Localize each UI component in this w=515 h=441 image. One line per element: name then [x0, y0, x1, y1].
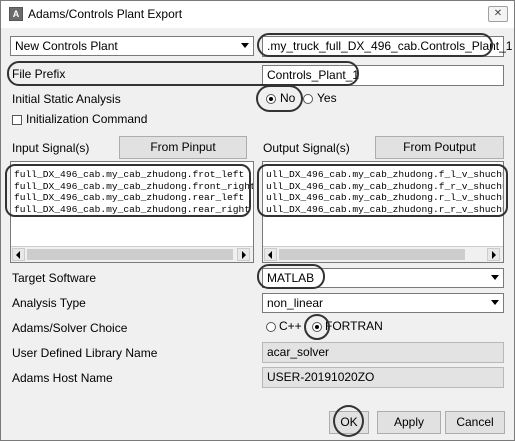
cancel-button[interactable]: Cancel	[445, 411, 505, 434]
scroll-left-icon[interactable]	[12, 248, 25, 261]
plant-name-value: .my_truck_full_DX_496_cab.Controls_Plant…	[267, 39, 513, 53]
signal-list-item[interactable]: ull_DX_496_cab.my_cab_zhudong.f_l_v_shuc…	[266, 169, 503, 180]
chevron-down-icon[interactable]	[488, 295, 502, 309]
static-yes-label: Yes	[317, 91, 337, 105]
signal-list-item[interactable]: full_DX_496_cab.my_cab_zhudong.rear_left	[14, 192, 244, 203]
chevron-down-icon[interactable]	[488, 270, 502, 284]
user-library-value: acar_solver	[267, 345, 330, 359]
from-poutput-button[interactable]: From Poutput	[375, 136, 504, 159]
static-no-label: No	[280, 91, 296, 105]
window-title: Adams/Controls Plant Export	[28, 7, 183, 21]
close-icon[interactable]: ✕	[488, 6, 508, 22]
init-command-label: Initialization Command	[26, 112, 148, 126]
plant-export-dialog: A Adams/Controls Plant Export ✕ New Cont…	[0, 0, 515, 441]
plant-selector-dropdown[interactable]: New Controls Plant	[10, 36, 254, 56]
solver-fortran-label: FORTRAN	[325, 319, 383, 333]
output-signals-label: Output Signal(s)	[263, 141, 350, 155]
target-software-dropdown[interactable]: MATLAB	[262, 268, 504, 288]
scroll-left-icon[interactable]	[264, 248, 277, 261]
file-prefix-label: File Prefix	[12, 67, 66, 81]
ok-button[interactable]: OK	[329, 411, 369, 434]
analysis-type-dropdown[interactable]: non_linear	[262, 293, 504, 313]
input-signals-list[interactable]: full_DX_496_cab.my_cab_zhudong.frot_left…	[10, 161, 254, 263]
chevron-down-icon[interactable]	[238, 38, 252, 52]
input-signals-label: Input Signal(s)	[12, 141, 90, 155]
scroll-right-icon[interactable]	[237, 248, 250, 261]
scroll-thumb[interactable]	[27, 249, 233, 260]
plant-name-field[interactable]: .my_truck_full_DX_496_cab.Controls_Plant…	[262, 36, 512, 57]
apply-button[interactable]: Apply	[377, 411, 441, 434]
static-no-radio[interactable]	[266, 94, 276, 104]
solver-choice-label: Adams/Solver Choice	[12, 321, 128, 335]
signal-list-item[interactable]: ull_DX_496_cab.my_cab_zhudong.r_l_v_shuc…	[266, 192, 503, 203]
output-signals-list[interactable]: ull_DX_496_cab.my_cab_zhudong.f_l_v_shuc…	[262, 161, 504, 263]
title-bar: A Adams/Controls Plant Export ✕	[1, 1, 514, 28]
plant-selector-value: New Controls Plant	[15, 39, 118, 53]
init-command-checkbox[interactable]	[12, 115, 22, 125]
file-prefix-field[interactable]: Controls_Plant_1	[262, 65, 504, 86]
signal-list-item[interactable]: full_DX_496_cab.my_cab_zhudong.rear_righ…	[14, 204, 250, 215]
input-list-scrollbar[interactable]	[11, 246, 253, 262]
adams-app-icon: A	[9, 7, 23, 21]
scroll-thumb[interactable]	[279, 249, 465, 260]
signal-list-item[interactable]: full_DX_496_cab.my_cab_zhudong.front_rig…	[14, 181, 253, 192]
output-list-scrollbar[interactable]	[263, 246, 503, 262]
solver-cpp-radio[interactable]	[266, 322, 276, 332]
user-library-field: acar_solver	[262, 342, 504, 363]
initial-static-label: Initial Static Analysis	[12, 92, 121, 106]
target-software-label: Target Software	[12, 271, 97, 285]
signal-list-item[interactable]: full_DX_496_cab.my_cab_zhudong.frot_left	[14, 169, 244, 180]
scroll-right-icon[interactable]	[487, 248, 500, 261]
host-name-field: USER-20191020ZO	[262, 367, 504, 388]
target-software-value: MATLAB	[267, 271, 315, 285]
analysis-type-label: Analysis Type	[12, 296, 86, 310]
analysis-type-value: non_linear	[267, 296, 324, 310]
host-name-label: Adams Host Name	[12, 371, 113, 385]
signal-list-item[interactable]: ull_DX_496_cab.my_cab_zhudong.f_r_v_shuc…	[266, 181, 503, 192]
file-prefix-value: Controls_Plant_1	[267, 68, 360, 82]
static-yes-radio[interactable]	[303, 94, 313, 104]
signal-list-item[interactable]: ull_DX_496_cab.my_cab_zhudong.r_r_v_shuc…	[266, 204, 503, 215]
user-library-label: User Defined Library Name	[12, 346, 158, 360]
from-pinput-button[interactable]: From Pinput	[119, 136, 247, 159]
solver-cpp-label: C++	[279, 319, 302, 333]
host-name-value: USER-20191020ZO	[267, 370, 375, 384]
solver-fortran-radio[interactable]	[312, 322, 322, 332]
